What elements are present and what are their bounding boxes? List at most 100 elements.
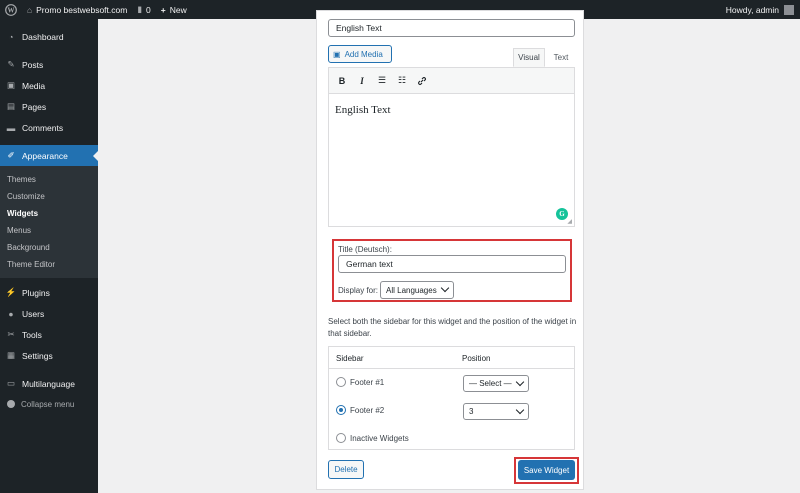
add-media-button[interactable]: ▣ Add Media [328, 45, 392, 63]
tab-visual[interactable]: Visual [513, 48, 545, 67]
multilanguage-icon: ▭ [6, 378, 16, 388]
editor-content-area[interactable]: English Text G ◢ [329, 94, 574, 226]
grammarly-icon[interactable]: G [556, 208, 568, 220]
sidebar-position-table: Sidebar Position Footer #1 — Select — Fo… [328, 346, 575, 450]
chevron-down-icon [515, 405, 525, 415]
add-media-icon: ▣ [333, 49, 341, 59]
menu-comments[interactable]: ▬ Comments [0, 117, 98, 138]
footer-1-position-select[interactable]: — Select — [463, 375, 529, 392]
menu-label: Posts [22, 59, 44, 70]
svg-text:W: W [8, 6, 15, 14]
new-content-link[interactable]: + New [156, 0, 192, 19]
submenu-theme-editor[interactable]: Theme Editor [0, 256, 98, 273]
add-media-label: Add Media [344, 49, 383, 59]
menu-appearance[interactable]: ✐ Appearance [0, 145, 98, 166]
inactive-widgets-radio[interactable] [336, 433, 346, 443]
display-for-select[interactable]: All Languages [380, 281, 454, 299]
comments-count: 0 [146, 4, 151, 15]
collapse-label: Collapse menu [21, 399, 75, 409]
new-label: New [169, 4, 187, 15]
italic-icon[interactable]: I [355, 74, 369, 88]
footer-2-radio[interactable] [336, 405, 346, 415]
menu-label: Comments [22, 122, 64, 133]
avatar [784, 4, 794, 15]
column-position-header: Position [462, 354, 491, 363]
account-menu[interactable]: Howdy, admin [721, 0, 800, 19]
paintbrush-icon: ✐ [7, 150, 15, 160]
pages-icon: ▤ [6, 101, 16, 111]
footer-2-label: Footer #2 [350, 406, 385, 415]
site-name: Promo bestwebsoft.com [36, 4, 128, 15]
widget-title-input[interactable]: English Text [328, 19, 575, 37]
menu-media[interactable]: ▣ Media [0, 75, 98, 96]
footer-1-label: Footer #1 [350, 378, 385, 387]
title-de-label: Title (Deutsch): [338, 245, 392, 254]
pushpin-icon: ✎ [7, 59, 15, 69]
plus-icon: + [160, 4, 166, 15]
comments-link[interactable]: ▮ 0 [132, 0, 155, 19]
submenu-customize[interactable]: Customize [0, 188, 98, 205]
text-editor: B I ☰ ☷ English Text G ◢ [328, 67, 575, 227]
collapse-menu-button[interactable]: Collapse menu [0, 394, 98, 414]
site-name-link[interactable]: ⌂ Promo bestwebsoft.com [22, 0, 132, 19]
submenu-menus[interactable]: Menus [0, 222, 98, 239]
menu-label: Users [22, 308, 45, 319]
submenu-widgets[interactable]: Widgets [0, 205, 98, 222]
appearance-submenu: Themes Customize Widgets Menus Backgroun… [0, 166, 98, 278]
translation-highlight-box: Title (Deutsch): German text Display for… [332, 239, 572, 302]
editor-toolbar: B I ☰ ☷ [329, 68, 574, 94]
menu-pages[interactable]: ▤ Pages [0, 96, 98, 117]
menu-label: Pages [22, 101, 47, 112]
settings-icon: ▦ [6, 350, 16, 360]
submenu-background[interactable]: Background [0, 239, 98, 256]
comment-bubble-icon: ▮ [137, 4, 143, 14]
footer-1-position-value: — Select — [469, 379, 512, 388]
media-icon: ▣ [6, 80, 16, 90]
menu-plugins[interactable]: ⚡ Plugins [0, 282, 98, 303]
menu-label: Appearance [22, 150, 68, 161]
admin-sidebar: ◔ Dashboard ✎ Posts ▣ Media ▤ Pages ▬ Co… [0, 19, 98, 493]
dashboard-icon: ◔ [8, 31, 14, 42]
menu-label: Dashboard [22, 31, 64, 42]
home-icon: ⌂ [27, 4, 33, 15]
menu-settings[interactable]: ▦ Settings [0, 345, 98, 366]
menu-users[interactable]: ● Users [0, 303, 98, 324]
footer-2-position-select[interactable]: 3 [463, 403, 529, 420]
display-for-label: Display for: [338, 286, 379, 295]
chevron-down-icon [440, 283, 450, 293]
chevron-down-icon [515, 377, 525, 387]
display-for-value: All Languages [386, 285, 437, 295]
tab-text[interactable]: Text [547, 48, 575, 67]
delete-button[interactable]: Delete [328, 460, 364, 479]
editor-text: English Text [335, 104, 391, 116]
wrench-icon: ✂ [7, 329, 15, 339]
howdy-text: Howdy, admin [725, 4, 779, 15]
numbered-list-icon[interactable]: ☷ [395, 74, 409, 88]
user-icon: ● [8, 308, 14, 319]
resize-handle-icon[interactable]: ◢ [567, 218, 572, 225]
wordpress-logo-icon[interactable]: W [0, 0, 22, 19]
save-widget-button[interactable]: Save Widget [518, 460, 575, 480]
bulleted-list-icon[interactable]: ☰ [375, 74, 389, 88]
menu-label: Tools [22, 329, 42, 340]
text-widget-panel: English Text ▣ Add Media Visual Text B I… [316, 10, 584, 490]
column-sidebar-header: Sidebar [336, 354, 364, 363]
submenu-themes[interactable]: Themes [0, 171, 98, 188]
collapse-arrow-icon [7, 400, 15, 408]
footer-1-radio[interactable] [336, 377, 346, 387]
menu-dashboard[interactable]: ◔ Dashboard [0, 26, 98, 47]
inactive-widgets-label: Inactive Widgets [350, 434, 409, 443]
sidebar-description: Select both the sidebar for this widget … [328, 317, 577, 338]
footer-2-position-value: 3 [469, 407, 474, 416]
menu-label: Settings [22, 350, 53, 361]
menu-label: Media [22, 80, 46, 91]
menu-label: Plugins [22, 287, 50, 298]
menu-multilanguage[interactable]: ▭ Multilanguage [0, 373, 98, 394]
comments-icon: ▬ [6, 122, 16, 133]
title-de-input[interactable]: German text [338, 255, 566, 273]
menu-tools[interactable]: ✂ Tools [0, 324, 98, 345]
bold-icon[interactable]: B [335, 74, 349, 88]
link-icon[interactable] [415, 74, 429, 88]
plug-icon: ⚡ [5, 287, 17, 297]
menu-posts[interactable]: ✎ Posts [0, 54, 98, 75]
